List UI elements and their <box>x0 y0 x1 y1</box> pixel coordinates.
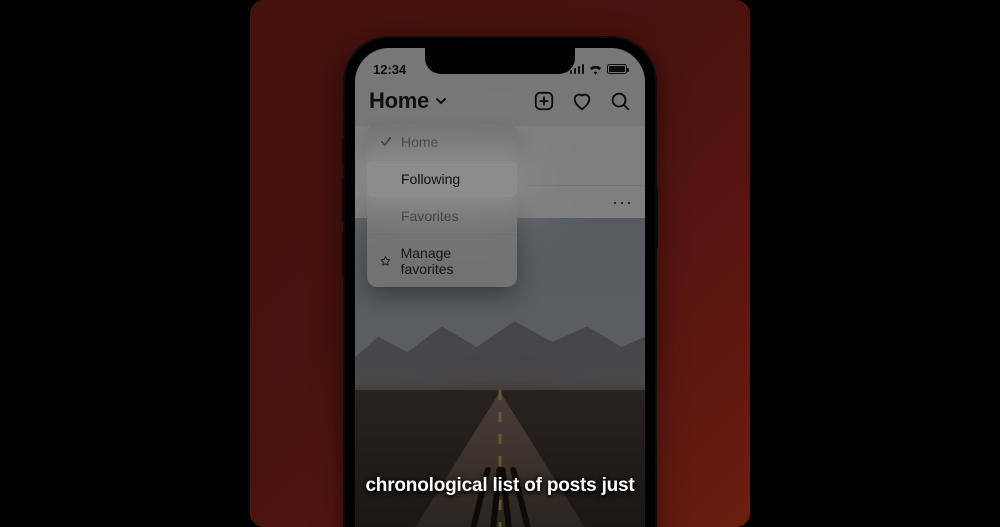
volume-up-button <box>342 178 345 222</box>
dropdown-item-label: Favorites <box>401 208 459 224</box>
dropdown-item-label: Home <box>401 134 438 150</box>
phone-screen: 12:34 Home <box>355 48 645 527</box>
dropdown-item-favorites[interactable]: Favorites <box>367 197 517 234</box>
notch <box>425 48 575 74</box>
status-time: 12:34 <box>373 62 406 77</box>
app-header: Home <box>355 84 645 122</box>
dropdown-item-manage-favorites[interactable]: Manage favorites <box>367 234 517 287</box>
mute-switch <box>342 138 345 164</box>
search-icon[interactable] <box>609 90 631 112</box>
dropdown-item-following[interactable]: Following <box>367 160 517 197</box>
heart-icon[interactable] <box>571 90 593 112</box>
star-icon <box>379 255 393 268</box>
chevron-down-icon <box>435 95 447 107</box>
mountains-graphic <box>355 295 645 398</box>
media-card: 12:34 Home <box>250 0 750 527</box>
dropdown-item-label: Following <box>401 171 460 187</box>
post-more-button[interactable]: ··· <box>612 193 633 211</box>
dropdown-item-label: Manage favorites <box>401 245 505 277</box>
check-icon <box>379 136 393 148</box>
dropdown-item-home[interactable]: Home <box>367 124 517 160</box>
wifi-icon <box>588 63 603 75</box>
feed-dropdown: Home Following Favorites Manage favorite… <box>367 124 517 287</box>
power-button <box>655 188 658 248</box>
add-square-icon[interactable] <box>533 90 555 112</box>
phone-frame: 12:34 Home <box>345 38 655 527</box>
battery-icon <box>607 64 627 74</box>
volume-down-button <box>342 232 345 276</box>
feed-switcher-button[interactable]: Home <box>369 88 447 114</box>
video-caption: chronological list of posts just <box>365 475 634 497</box>
status-icons <box>570 63 628 75</box>
header-actions <box>533 90 631 112</box>
page-title: Home <box>369 88 429 114</box>
